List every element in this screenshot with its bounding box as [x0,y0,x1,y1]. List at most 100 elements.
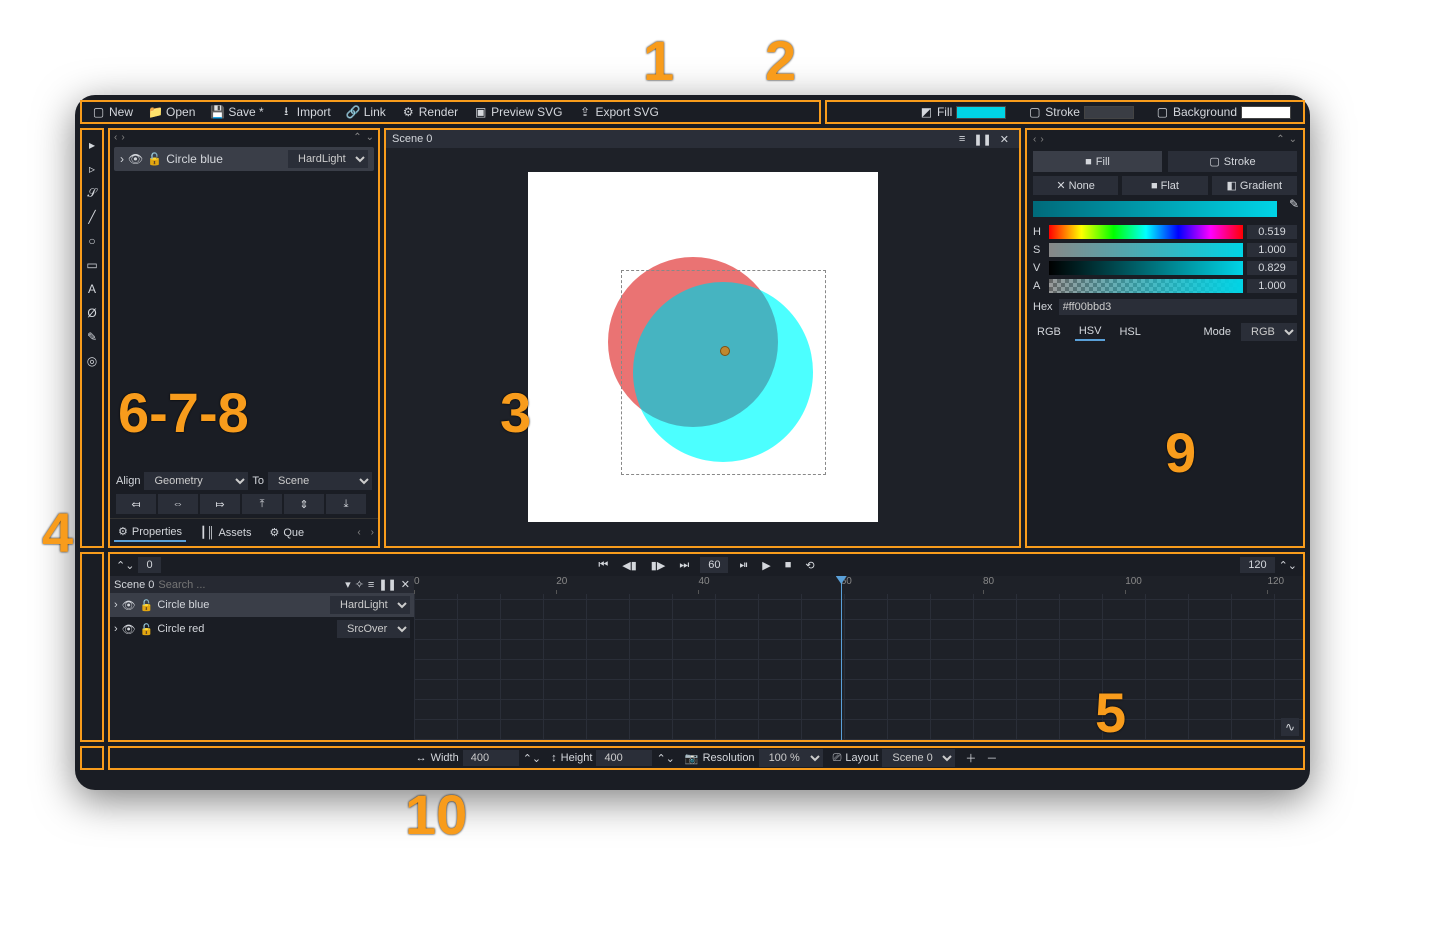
hue-value[interactable]: 0.519 [1247,225,1297,239]
layer-row[interactable]: › 👁 🔓 Circle blue HardLight [114,147,374,171]
ellipse-tool[interactable]: ○ [83,232,101,250]
layout-select[interactable]: Scene 0 [882,749,955,767]
loop-button[interactable]: ⟲ [802,559,817,572]
tab-scroll-left[interactable]: ‹ [357,527,360,538]
chevron-down-icon[interactable]: ⌄ [1289,134,1297,145]
open-button[interactable]: 📁Open [143,103,201,121]
filter-icon[interactable]: ▾ [345,578,351,591]
pivot-handle[interactable] [720,346,730,356]
lock-icon[interactable]: 🔓 [147,152,162,166]
timeline-search-input[interactable] [158,579,341,591]
align-bottom-button[interactable]: ⤓ [326,494,366,514]
tab-queue[interactable]: ⚙Que [265,524,308,541]
next-key-button[interactable]: ▮▶ [648,559,669,572]
render-button[interactable]: ⚙Render [396,103,464,121]
stroke-swatch-button[interactable]: ▢Stroke [1022,103,1140,121]
lock-icon[interactable]: 🔓 [140,599,154,612]
rectangle-tool[interactable]: ▭ [83,256,101,274]
timeline-layer-row[interactable]: › 👁 🔓 Circle red SrcOver [110,617,414,641]
align-left-button[interactable]: ⤆ [116,494,156,514]
play-button[interactable]: ▶ [759,559,773,572]
align-select[interactable]: Geometry [144,472,248,490]
align-vcenter-button[interactable]: ⇕ [284,494,324,514]
new-button[interactable]: ▢New [86,103,139,121]
to-select[interactable]: Scene [268,472,372,490]
text-tool[interactable]: A [83,280,101,298]
chevron-up-icon[interactable]: ⌃ [353,132,361,143]
chevron-left-icon[interactable]: ‹ [114,132,117,143]
chevron-down-icon[interactable]: ⌄ [366,132,374,143]
expand-icon[interactable]: › [120,152,124,166]
link-button[interactable]: 🔗Link [341,103,392,121]
timeline-blend-select[interactable]: HardLight [330,596,410,614]
visibility-icon[interactable]: 👁 [122,623,136,636]
visibility-icon[interactable]: 👁 [128,152,143,166]
go-start-button[interactable]: ⏮ [595,559,611,572]
timeline-ruler[interactable]: 0 20 40 60 80 100 120 [414,576,1303,594]
waveform-icon[interactable]: ∿ [1281,718,1299,736]
rgb-tab[interactable]: RGB [1033,324,1065,340]
height-input[interactable] [596,750,652,766]
value-slider[interactable] [1049,261,1243,275]
target-tool[interactable]: ◎ [83,352,101,370]
blend-mode-select[interactable]: HardLight [288,150,368,168]
canvas-area[interactable] [386,148,1019,546]
stepper-icon[interactable]: ⌃⌄ [523,752,541,765]
timeline-blend-select[interactable]: SrcOver [337,620,410,638]
visibility-icon[interactable]: 👁 [122,599,136,612]
resolution-select[interactable]: 100 % [759,749,823,767]
save-button[interactable]: 💾Save * [205,103,269,121]
fill-tab[interactable]: ■Fill [1033,151,1162,172]
viewport-close-icon[interactable]: ✕ [996,133,1013,146]
select-tool[interactable]: ▸ [83,136,101,154]
hsl-tab[interactable]: HSL [1115,324,1144,340]
mode-select[interactable]: RGB [1241,323,1297,341]
expand-icon[interactable]: › [114,599,118,611]
fill-flat-button[interactable]: ■Flat [1122,176,1207,195]
frame-start-stepper[interactable]: ⌃⌄ [116,559,134,572]
preview-svg-button[interactable]: ▣Preview SVG [468,103,568,121]
close-icon[interactable]: ✕ [401,578,410,591]
tab-scroll-right[interactable]: › [371,527,374,538]
chevron-up-icon[interactable]: ⌃ [1276,134,1284,145]
stop-button[interactable]: ■ [782,559,795,571]
align-hcenter-button[interactable]: ⇔ [158,494,198,514]
frame-current-value[interactable]: 60 [700,557,728,573]
stroke-tab[interactable]: ▢Stroke [1168,151,1297,172]
key-icon[interactable]: ✧ [355,578,364,591]
hue-slider[interactable] [1049,225,1243,239]
frame-start-value[interactable]: 0 [138,557,160,573]
chevron-left-icon[interactable]: ‹ [1033,134,1036,145]
prev-key-button[interactable]: ◀▮ [619,559,640,572]
fill-swatch-button[interactable]: ◩Fill [914,103,1012,121]
add-layout-button[interactable]: ＋ [965,750,976,766]
timeline-tracks[interactable]: 0 20 40 60 80 100 120 ∿ [414,576,1303,740]
stepper-icon[interactable]: ⌃⌄ [656,752,674,765]
tab-assets[interactable]: ┃║Assets [196,524,255,541]
menu-icon[interactable]: ≡ [368,579,374,591]
import-button[interactable]: ⭳Import [274,103,337,121]
saturation-value[interactable]: 1.000 [1247,243,1297,257]
pen-tool[interactable]: 𝒮 [83,184,101,202]
line-tool[interactable]: ╱ [83,208,101,226]
hex-input[interactable] [1059,299,1297,315]
play-pause-button[interactable]: ⏯ [736,559,751,572]
expand-icon[interactable]: › [114,623,118,635]
tab-properties[interactable]: ⚙Properties [114,523,186,542]
color-preview-strip[interactable] [1033,201,1277,217]
eyedropper-icon[interactable]: ✎ [1289,197,1299,211]
align-right-button[interactable]: ⤇ [200,494,240,514]
brush-tool[interactable]: Ø [83,304,101,322]
chevron-right-icon[interactable]: › [1040,134,1043,145]
chevron-right-icon[interactable]: › [121,132,124,143]
saturation-slider[interactable] [1049,243,1243,257]
frame-end-value[interactable]: 120 [1240,557,1274,573]
background-swatch-button[interactable]: ▢Background [1150,103,1297,121]
remove-layout-button[interactable]: － [986,750,997,766]
go-end-button[interactable]: ⏭ [676,559,692,572]
timeline-layer-row[interactable]: › 👁 🔓 Circle blue HardLight [110,593,414,617]
fill-gradient-button[interactable]: ◧Gradient [1212,176,1297,195]
alpha-slider[interactable] [1049,279,1243,293]
hsv-tab[interactable]: HSV [1075,323,1106,341]
alpha-value[interactable]: 1.000 [1247,279,1297,293]
